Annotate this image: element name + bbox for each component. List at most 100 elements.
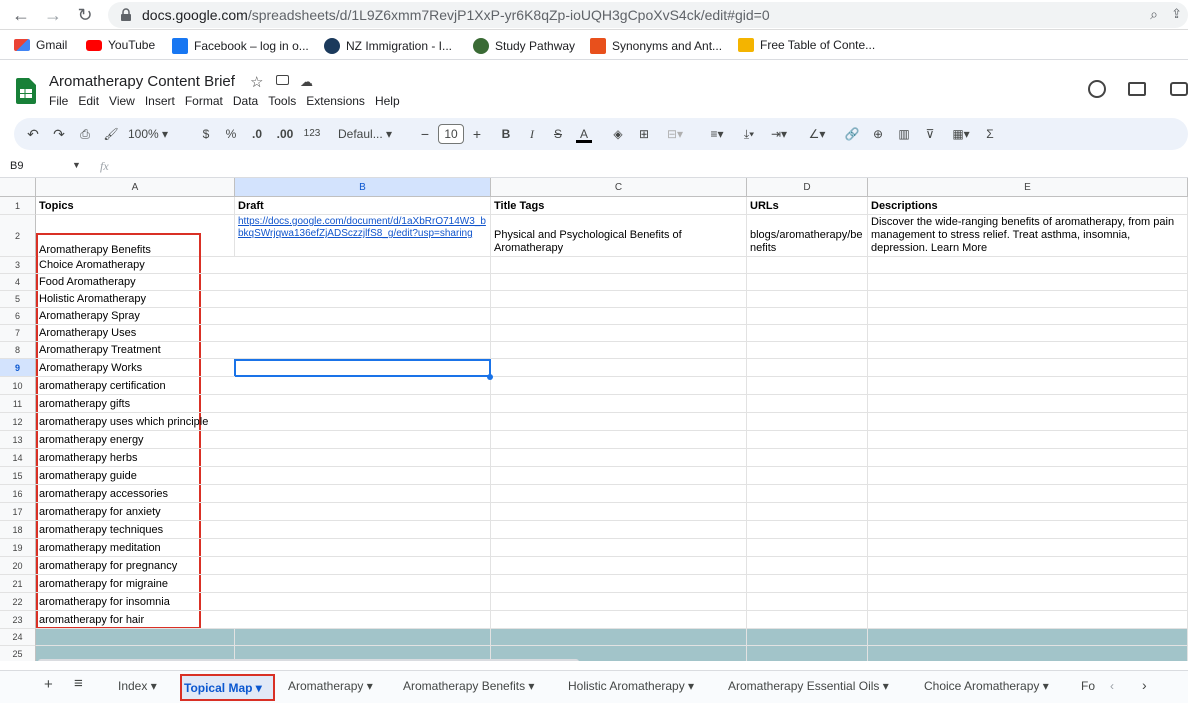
grid-cell[interactable] xyxy=(747,575,868,593)
grid-cell[interactable] xyxy=(868,342,1188,359)
grid-cell[interactable] xyxy=(235,575,491,593)
grid-cell[interactable] xyxy=(235,274,491,291)
chevron-down-icon[interactable]: ▼ xyxy=(72,160,81,170)
grid-cell[interactable] xyxy=(235,629,491,646)
grid-cell[interactable]: aromatherapy energy xyxy=(36,431,235,449)
vertical-align-icon[interactable]: ⤓▾ xyxy=(736,123,762,145)
horizontal-align-icon[interactable]: ≡▾ xyxy=(704,123,730,145)
version-history-icon[interactable] xyxy=(1088,80,1106,98)
grid-cell[interactable]: Aromatherapy Works xyxy=(36,359,235,377)
cloud-status-icon[interactable]: ☁ xyxy=(300,74,313,90)
row-header[interactable]: 15 xyxy=(0,467,36,485)
grid-cell[interactable] xyxy=(868,257,1188,274)
grid-cell[interactable] xyxy=(868,485,1188,503)
undo-icon[interactable]: ↶ xyxy=(24,123,42,145)
grid-cell[interactable] xyxy=(235,467,491,485)
grid-cell[interactable]: Aromatherapy Treatment xyxy=(36,342,235,359)
zoom-icon[interactable]: ⌕ xyxy=(1150,6,1158,23)
star-icon[interactable]: ☆ xyxy=(250,73,263,91)
grid-cell[interactable] xyxy=(235,377,491,395)
grid-cell[interactable] xyxy=(235,557,491,575)
grid-cell[interactable] xyxy=(235,395,491,413)
row-header[interactable]: 9 xyxy=(0,359,36,377)
grid-cell[interactable] xyxy=(491,557,747,575)
bookmark-study-pathway[interactable]: Study Pathway xyxy=(473,38,575,54)
grid-cell[interactable] xyxy=(747,431,868,449)
grid-cell[interactable] xyxy=(868,539,1188,557)
grid-cell[interactable] xyxy=(747,539,868,557)
grid-cell[interactable] xyxy=(491,342,747,359)
grid-cell[interactable] xyxy=(747,325,868,342)
row-header[interactable]: 3 xyxy=(0,257,36,274)
grid-cell[interactable] xyxy=(235,359,491,377)
grid-cell[interactable] xyxy=(747,503,868,521)
scroll-tabs-right-icon[interactable]: › xyxy=(1142,677,1147,693)
menu-edit[interactable]: Edit xyxy=(78,94,99,108)
document-title[interactable]: Aromatherapy Content Brief xyxy=(49,73,235,90)
grid-cell[interactable]: Aromatherapy Benefits xyxy=(36,215,235,257)
grid-cell[interactable] xyxy=(868,377,1188,395)
grid-cell[interactable] xyxy=(491,521,747,539)
grid-cell[interactable] xyxy=(235,593,491,611)
select-all-corner[interactable] xyxy=(0,178,36,197)
row-header[interactable]: 17 xyxy=(0,503,36,521)
menu-file[interactable]: File xyxy=(49,94,68,108)
bookmark-nz-immigration[interactable]: NZ Immigration - I... xyxy=(324,38,452,54)
address-bar[interactable]: docs.google.com/spreadsheets/d/1L9Z6xmm7… xyxy=(108,2,1188,28)
bookmark-synonyms[interactable]: Synonyms and Ant... xyxy=(590,38,722,54)
row-header[interactable]: 5 xyxy=(0,291,36,308)
forward-icon[interactable]: → xyxy=(42,4,64,26)
bookmark-gmail[interactable]: Gmail xyxy=(14,38,67,52)
row-header[interactable]: 14 xyxy=(0,449,36,467)
row-header[interactable]: 8 xyxy=(0,342,36,359)
grid-cell[interactable] xyxy=(868,274,1188,291)
grid-cell[interactable]: aromatherapy for hair xyxy=(36,611,235,629)
grid-cell[interactable]: aromatherapy accessories xyxy=(36,485,235,503)
bookmark-facebook[interactable]: Facebook – log in o... xyxy=(172,38,309,54)
grid-cell[interactable] xyxy=(868,646,1188,661)
grid-cell[interactable]: Discover the wide-ranging benefits of ar… xyxy=(868,215,1188,257)
grid-cell[interactable]: Draft xyxy=(235,197,491,215)
grid-cell[interactable] xyxy=(868,503,1188,521)
move-folder-icon[interactable] xyxy=(276,75,289,85)
decrease-decimal-button[interactable]: .0 xyxy=(248,123,266,145)
grid-cell[interactable] xyxy=(491,593,747,611)
row-header[interactable]: 11 xyxy=(0,395,36,413)
grid-cell[interactable] xyxy=(868,521,1188,539)
row-header[interactable]: 24 xyxy=(0,629,36,646)
grid-cell[interactable]: aromatherapy for insomnia xyxy=(36,593,235,611)
grid-cell[interactable] xyxy=(491,308,747,325)
percent-format-button[interactable]: % xyxy=(223,123,239,145)
currency-format-button[interactable]: $ xyxy=(198,123,214,145)
row-header[interactable]: 6 xyxy=(0,308,36,325)
grid-cell[interactable] xyxy=(235,449,491,467)
grid-cell[interactable] xyxy=(491,467,747,485)
number-format-button[interactable]: 123 xyxy=(302,123,322,145)
grid-cell[interactable] xyxy=(491,257,747,274)
grid-cell[interactable]: aromatherapy for anxiety xyxy=(36,503,235,521)
row-header[interactable]: 18 xyxy=(0,521,36,539)
share-icon[interactable]: ⇪ xyxy=(1171,6,1182,22)
grid-cell[interactable] xyxy=(868,308,1188,325)
grid-cell[interactable] xyxy=(235,503,491,521)
grid-cell[interactable] xyxy=(235,413,491,431)
grid-cell[interactable] xyxy=(491,611,747,629)
increase-decimal-button[interactable]: .00 xyxy=(274,123,296,145)
row-header[interactable]: 2 xyxy=(0,215,36,257)
grid-cell[interactable] xyxy=(491,413,747,431)
grid-cell[interactable] xyxy=(235,431,491,449)
grid-cell[interactable] xyxy=(868,557,1188,575)
text-wrapping-icon[interactable]: ⇥▾ xyxy=(766,123,792,145)
grid-cell[interactable]: aromatherapy certification xyxy=(36,377,235,395)
column-header-b[interactable]: B xyxy=(235,178,491,197)
font-family-select[interactable]: Defaul... ▾ xyxy=(338,123,404,145)
grid-cell[interactable] xyxy=(491,325,747,342)
grid-cell[interactable] xyxy=(491,575,747,593)
fill-handle[interactable] xyxy=(487,374,493,380)
grid-cell[interactable] xyxy=(868,291,1188,308)
grid-cell[interactable]: Physical and Psychological Benefits of A… xyxy=(491,215,747,257)
row-header[interactable]: 7 xyxy=(0,325,36,342)
grid-cell[interactable]: aromatherapy guide xyxy=(36,467,235,485)
grid-cell[interactable]: aromatherapy techniques xyxy=(36,521,235,539)
grid-cell[interactable] xyxy=(235,342,491,359)
